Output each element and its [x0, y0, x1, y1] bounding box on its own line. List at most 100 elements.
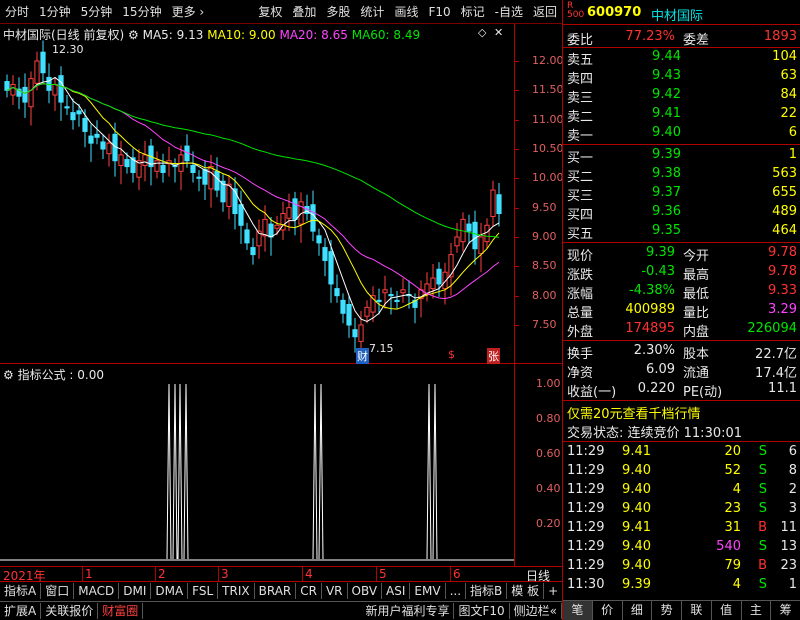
indicator-tab[interactable]: ASI	[382, 583, 411, 599]
detail-tab[interactable]: 主	[742, 601, 772, 620]
detail-tab[interactable]: 细	[623, 601, 653, 620]
bottom-link[interactable]: 新用户福利专享	[361, 603, 455, 619]
tick-mark	[514, 178, 519, 180]
tick-count: 8	[788, 463, 797, 478]
bid-row: 买二 9.38 563	[563, 165, 800, 185]
candle	[16, 77, 22, 110]
candle	[250, 238, 256, 265]
weibi-row: 委比 77.23% 委差 1893	[563, 28, 800, 48]
bid-label: 买五	[567, 227, 594, 242]
candle	[460, 212, 466, 252]
dollar-marker[interactable]: $	[448, 348, 455, 361]
promo-row[interactable]: 仅需20元查看千档行情	[563, 402, 800, 422]
indicator-tab[interactable]: +	[544, 583, 562, 599]
toolbar-btn-2[interactable]: 5分钟	[76, 3, 118, 20]
candle	[454, 222, 460, 253]
limit-up-marker[interactable]: 张	[487, 348, 500, 364]
indicator-tab[interactable]: MACD	[74, 583, 120, 599]
indicator-tab[interactable]: 指标B	[466, 583, 508, 599]
candle	[52, 77, 58, 111]
detail-tab[interactable]: 势	[652, 601, 682, 620]
bottom-tab[interactable]: 扩展A	[0, 603, 42, 619]
indicator-tab[interactable]: FSL	[188, 583, 219, 599]
bottom-link[interactable]: 侧边栏«	[510, 603, 562, 619]
indicator-tab[interactable]: TRIX	[218, 583, 255, 599]
quote-row: 涨幅 -4.38% 最低 9.33	[563, 282, 800, 302]
toolbar-btn-0[interactable]: 分时	[0, 3, 34, 20]
indicator-tab[interactable]: 模 板	[507, 583, 545, 599]
bottom-tab[interactable]: 财富圈	[98, 603, 144, 619]
bottom-link[interactable]: 图文F10	[454, 603, 510, 619]
toolbar-btn-5[interactable]: 复权	[253, 3, 287, 20]
detail-tab[interactable]: 价	[593, 601, 623, 620]
fund-label: 股本	[683, 347, 710, 362]
quote-value: -0.43	[641, 264, 675, 279]
candle	[346, 295, 352, 338]
ask-label: 卖二	[567, 110, 594, 125]
tick-mark	[514, 119, 519, 121]
quote-row: 外盘 174895 内盘 226094	[563, 320, 800, 340]
fund-label: PE(动)	[683, 385, 723, 400]
toolbar-btn-8[interactable]: 统计	[355, 3, 389, 20]
indicator-tab[interactable]: DMI	[119, 583, 152, 599]
indicator-tab[interactable]: ...	[446, 583, 467, 599]
status-row: 交易状态: 连续竞价 11:30:01	[563, 421, 800, 441]
detail-tab[interactable]: 笔	[563, 601, 593, 620]
finance-marker[interactable]: 财	[356, 348, 369, 364]
toolbar-btn-11[interactable]: 标记	[456, 3, 490, 20]
price-tick: 12.00	[532, 54, 564, 67]
tick-volume: 4	[732, 577, 741, 592]
toolbar-btn-3[interactable]: 15分钟	[117, 3, 166, 20]
quote-value: 174895	[625, 321, 675, 336]
bid-price: 9.36	[652, 204, 681, 219]
candle	[226, 174, 232, 220]
candle	[418, 280, 424, 318]
indicator-panel[interactable]: ⚙ 指标公式 : 0.00 1.00 0.80 0.60 0.40 0.20	[0, 364, 562, 566]
candle	[220, 174, 226, 212]
quote-label: 最高	[683, 268, 710, 283]
tick-volume: 31	[724, 520, 741, 535]
kline-panel[interactable]: 中材国际(日线 前复权) ⚙ MA5: 9.13 MA10: 9.00 MA20…	[0, 24, 564, 364]
toolbar-btn-6[interactable]: 叠加	[287, 3, 321, 20]
detail-tab[interactable]: 联	[682, 601, 712, 620]
tick-side: S	[758, 444, 767, 459]
ask-price: 9.42	[652, 87, 681, 102]
candle	[490, 180, 496, 227]
toolbar-btn-13[interactable]: 返回	[528, 3, 562, 20]
indicator-tab[interactable]: CR	[296, 583, 322, 599]
tick-time: 11:29	[567, 463, 605, 478]
bid-volume: 1	[788, 147, 797, 162]
indicator-tab[interactable]: OBV	[348, 583, 383, 599]
bid-volume: 464	[772, 223, 797, 238]
tick-side: S	[758, 577, 767, 592]
indicator-tab[interactable]: BRAR	[255, 583, 297, 599]
toolbar-btn-10[interactable]: F10	[423, 5, 455, 19]
toolbar-btn-7[interactable]: 多股	[321, 3, 355, 20]
detail-tab[interactable]: 值	[712, 601, 742, 620]
indicator-tab[interactable]: VR	[322, 583, 348, 599]
tick-row: 11:29 9.40 23 S 3	[563, 500, 800, 519]
indicator-tab[interactable]: 窗口	[41, 583, 75, 599]
tick-count: 11	[780, 520, 797, 535]
toolbar-btn-9[interactable]: 画线	[389, 3, 423, 20]
candle	[88, 124, 94, 162]
toolbar-btn-12[interactable]: -自选	[490, 3, 528, 20]
ind-tick: 1.00	[536, 377, 561, 390]
bid-price: 9.39	[652, 147, 681, 162]
toolbar-btn-4[interactable]: 更多 ›	[167, 3, 210, 20]
fund-label: 净资	[567, 366, 594, 381]
bottom-tab[interactable]: 关联报价	[41, 603, 99, 619]
indicator-tab[interactable]: 指标A	[0, 583, 42, 599]
kline-canvas	[4, 40, 502, 361]
tick-price: 9.39	[622, 577, 651, 592]
candle	[448, 242, 454, 296]
indicator-tab[interactable]: EMV	[410, 583, 446, 599]
tick-time: 11:29	[567, 501, 605, 516]
indicator-tab[interactable]: DMA	[151, 583, 189, 599]
detail-tab[interactable]: 筹	[771, 601, 800, 620]
toolbar-btn-1[interactable]: 1分钟	[34, 3, 76, 20]
tick-mark	[514, 149, 519, 150]
daily-button[interactable]: 日线	[526, 567, 550, 584]
candle	[136, 149, 142, 191]
fund-row: 收益(一) 0.220 PE(动) 11.1	[563, 380, 800, 400]
